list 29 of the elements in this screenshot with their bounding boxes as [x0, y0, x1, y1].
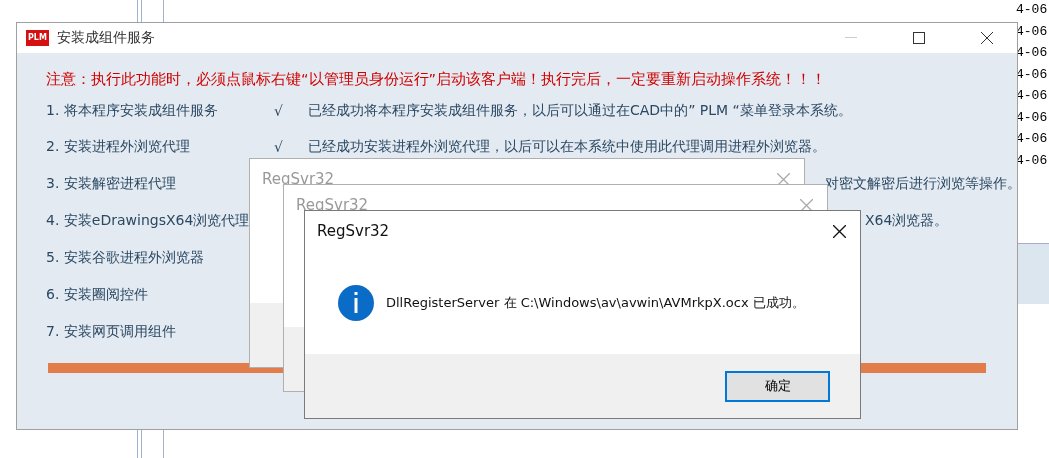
- status-text: 对密文解密后进行浏览等操作。: [825, 174, 1021, 193]
- date-cell: 4-06: [1016, 23, 1048, 39]
- logo: PLM: [26, 30, 49, 46]
- close-icon: [981, 32, 993, 44]
- close-icon[interactable]: [833, 224, 846, 238]
- date-cell: 4-06: [1016, 109, 1048, 125]
- dialog-message: DllRegisterServer 在 C:\Windows\av\avwin\AVMrkpX.ocx 已成功。: [386, 293, 805, 312]
- status-text: X64浏览器。: [865, 211, 949, 230]
- dialog-title: RegSvr32: [262, 170, 335, 188]
- step-button[interactable]: 1. 将本程序安装成组件服务: [46, 101, 274, 120]
- minimize-icon: [845, 37, 857, 39]
- ok-button[interactable]: 确定: [725, 370, 830, 402]
- date-cell: 4-06: [1016, 66, 1048, 82]
- dialog-title: RegSvr32: [317, 222, 390, 240]
- check-mark: √: [274, 102, 284, 119]
- date-cell: 4-06: [1016, 88, 1048, 104]
- status-text: 已经成功将本程序安装成组件服务，以后可以通过在CAD中的” PLM “菜单登录本系统。: [308, 101, 852, 120]
- info-icon: [338, 284, 374, 321]
- status-text: 已经成功安装进程外浏览代理，以后可以在本系统中使用此代理调用进程外浏览器。: [308, 138, 826, 156]
- date-cell: 4-06: [1016, 152, 1048, 168]
- maximize-icon: [913, 32, 925, 44]
- date-cell: 4-06: [1016, 2, 1048, 18]
- date-cell: 4-06: [1016, 131, 1048, 147]
- dialog-title: RegSvr32: [296, 196, 369, 214]
- step-button[interactable]: 2. 安装进程外浏览代理: [46, 138, 274, 156]
- date-cell: 4-06: [1016, 45, 1048, 61]
- check-mark: √: [274, 139, 284, 155]
- warning-text: 注意：执行此功能时，必须点鼠标右键“以管理员身份运行”启动该客户端！执行完后，一定要重新启动操作系统！！！: [46, 70, 828, 89]
- window-title: 安装成组件服务: [56, 29, 156, 47]
